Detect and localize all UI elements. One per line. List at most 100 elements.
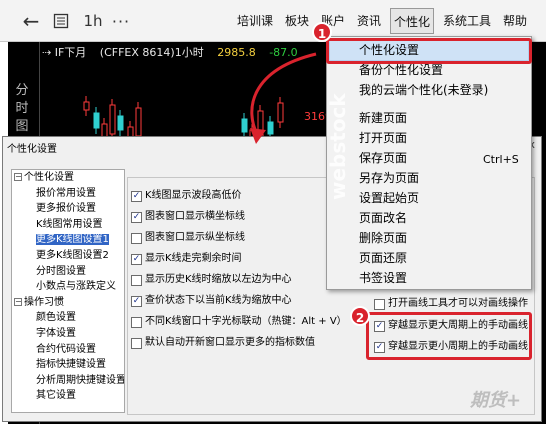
tree-item[interactable]: 指标快捷键设置	[36, 359, 106, 370]
checkbox-unchecked[interactable]	[374, 298, 385, 310]
tree-collapse-icon[interactable]: −	[14, 297, 22, 306]
option-label: K线图显示波段高低价	[145, 190, 242, 201]
step-badge-1: 1	[312, 22, 332, 42]
side-label: 分时图	[15, 83, 29, 134]
tree-item-label: 指标快捷键设置	[36, 359, 106, 371]
option-row[interactable]: ✓ K线图显示波段高低价	[131, 188, 242, 204]
contract-icon: ⇢	[42, 46, 55, 59]
candle-body	[277, 102, 284, 123]
checkbox-unchecked[interactable]	[131, 316, 142, 328]
checkbox-checked[interactable]: ✓	[131, 211, 142, 223]
tree-item-label: 更多报价设置	[36, 203, 96, 215]
dialog-title: 个性化设置	[7, 144, 57, 155]
menu-personalize[interactable]: 个性化	[390, 8, 434, 34]
tree-item[interactable]: 合约代码设置	[36, 344, 96, 355]
candlestick-chart	[83, 96, 284, 142]
candle-body	[117, 115, 124, 131]
tree-item[interactable]: 更多K线图设置2	[36, 250, 109, 261]
tree-item-label: 分析周期快捷键设置	[36, 374, 125, 386]
tree-item[interactable]: 报价常用设置	[36, 188, 96, 199]
more-button[interactable]: ···	[110, 8, 132, 34]
tree-item-label: 字体设置	[36, 328, 76, 339]
option-row[interactable]: ✓ 查价状态下以当前K线为缩放中心	[131, 293, 292, 309]
tree-item-label: 颜色设置	[36, 312, 76, 324]
tree-item-label: 合约代码设置	[36, 343, 96, 355]
candle-body	[109, 104, 116, 135]
option-label: 查价状态下以当前K线为缩放中心	[145, 295, 292, 306]
menu-option[interactable]: 页面还原	[359, 249, 407, 267]
menu-option[interactable]: 打开页面	[359, 129, 407, 147]
candle-body	[241, 118, 248, 133]
tree-item-label: 操作习惯	[24, 296, 64, 308]
tree-item-label: 小数点与涨跌定义	[36, 281, 116, 293]
checkbox-checked[interactable]: ✓	[131, 253, 142, 265]
checkbox-checked[interactable]: ✓	[131, 190, 142, 202]
option-label: 打开画线工具才可以对画线操作	[388, 298, 528, 309]
tree-item[interactable]: 颜色设置	[36, 312, 76, 323]
candle-body	[257, 110, 264, 139]
menu-option[interactable]: 设置起始页	[359, 189, 419, 207]
tree-item[interactable]: 字体设置	[36, 328, 76, 339]
option-row[interactable]: ✓ 图表窗口显示横坐标线	[131, 209, 245, 225]
candle-body	[93, 112, 100, 129]
highlight-box-1	[326, 38, 532, 64]
option-label: 显示K线走完剩余时间	[145, 253, 242, 264]
personalize-menu: 个性化设置 备份个性化设置 我的云端个性化(未登录) 新建页面 打开页面 保存页面 另存为页…	[326, 36, 532, 290]
menu-option[interactable]: 另存为页面	[359, 169, 419, 187]
option-label: 图表窗口显示横坐标线	[145, 211, 245, 222]
candle-body	[83, 101, 90, 111]
tree-collapse-icon[interactable]: −	[14, 173, 22, 181]
menu-option[interactable]: 删除页面	[359, 229, 407, 247]
settings-tree: − 个性化设置 报价常用设置 更多报价设置 K线图常用设置 更多K线图设置1 更多K线图设置…	[11, 169, 125, 413]
option-label: 不同K线窗口十字光标联动（热键：Alt + V）	[145, 316, 347, 327]
watermark-logo: 期货+	[470, 390, 522, 411]
checkbox-unchecked[interactable]	[131, 232, 142, 244]
menu-option[interactable]: 页面改名	[359, 209, 407, 227]
menu-option[interactable]: 新建页面	[359, 109, 407, 127]
tree-item[interactable]: 分时图设置	[36, 266, 86, 277]
tree-item[interactable]: 更多报价设置	[36, 203, 96, 214]
option-row[interactable]: 显示历史K线时缩放以左边为中心	[131, 272, 292, 288]
tree-item[interactable]: 其它设置	[36, 390, 76, 401]
tree-item[interactable]: 小数点与涨跌定义	[36, 281, 116, 292]
checkbox-unchecked[interactable]	[131, 274, 142, 286]
menu-option[interactable]: 保存页面	[359, 149, 407, 167]
contract-code: IF下月	[54, 46, 87, 59]
save-page-shortcut: Ctrl+S	[483, 153, 519, 166]
back-arrow-icon[interactable]: ←	[20, 8, 42, 34]
option-row[interactable]: 不同K线窗口十字光标联动（热键：Alt + V）	[131, 314, 347, 330]
checkbox-checked[interactable]: ✓	[131, 295, 142, 307]
option-label: 图表窗口显示纵坐标线	[145, 232, 245, 243]
tree-item-label: K线图常用设置	[36, 218, 103, 230]
option-row[interactable]: 图表窗口显示纵坐标线	[131, 230, 245, 246]
menu-news[interactable]: 资讯	[354, 8, 384, 34]
checkbox-unchecked[interactable]	[131, 337, 142, 349]
option-row[interactable]: 默认自动开新窗口显示更多的指标数值	[131, 335, 315, 351]
tree-item[interactable]: 更多K线图设置1	[36, 234, 109, 246]
tree-item[interactable]: 分析周期快捷键设置	[36, 374, 125, 386]
highlight-box-2	[366, 312, 532, 360]
watermark-vertical: webstock	[326, 93, 350, 200]
tree-item[interactable]: − 操作习惯	[14, 297, 64, 308]
last-price: 2985.8	[217, 46, 256, 59]
period-button[interactable]: 1h	[82, 8, 104, 34]
menu-training[interactable]: 培训课	[234, 8, 276, 34]
tree-item-label: 报价常用设置	[36, 187, 96, 199]
menu-option[interactable]: 我的云端个性化(未登录)	[359, 81, 488, 99]
menu-system-tools[interactable]: 系统工具	[440, 8, 494, 34]
tree-item-label: 其它设置	[36, 390, 76, 402]
option-row[interactable]: ✓ 显示K线走完剩余时间	[131, 251, 242, 267]
tree-item-label: 个性化设置	[24, 172, 74, 183]
menu-option[interactable]: 书签设置	[359, 269, 407, 287]
menu-help[interactable]: 帮助	[500, 8, 530, 34]
price-change: -87.0	[269, 46, 298, 59]
menu-sector[interactable]: 板块	[282, 8, 312, 34]
contract-exchange: (CFFEX 8614)1小时	[99, 46, 204, 59]
tree-item[interactable]: − 个性化设置	[14, 172, 74, 183]
candle-body	[135, 107, 142, 137]
option-row[interactable]: 打开画线工具才可以对画线操作	[374, 296, 528, 312]
option-label: 显示历史K线时缩放以左边为中心	[145, 274, 292, 285]
tree-item-label: 更多K线图设置1	[36, 234, 109, 246]
tree-item[interactable]: K线图常用设置	[36, 219, 103, 230]
list-icon[interactable]	[50, 8, 72, 34]
